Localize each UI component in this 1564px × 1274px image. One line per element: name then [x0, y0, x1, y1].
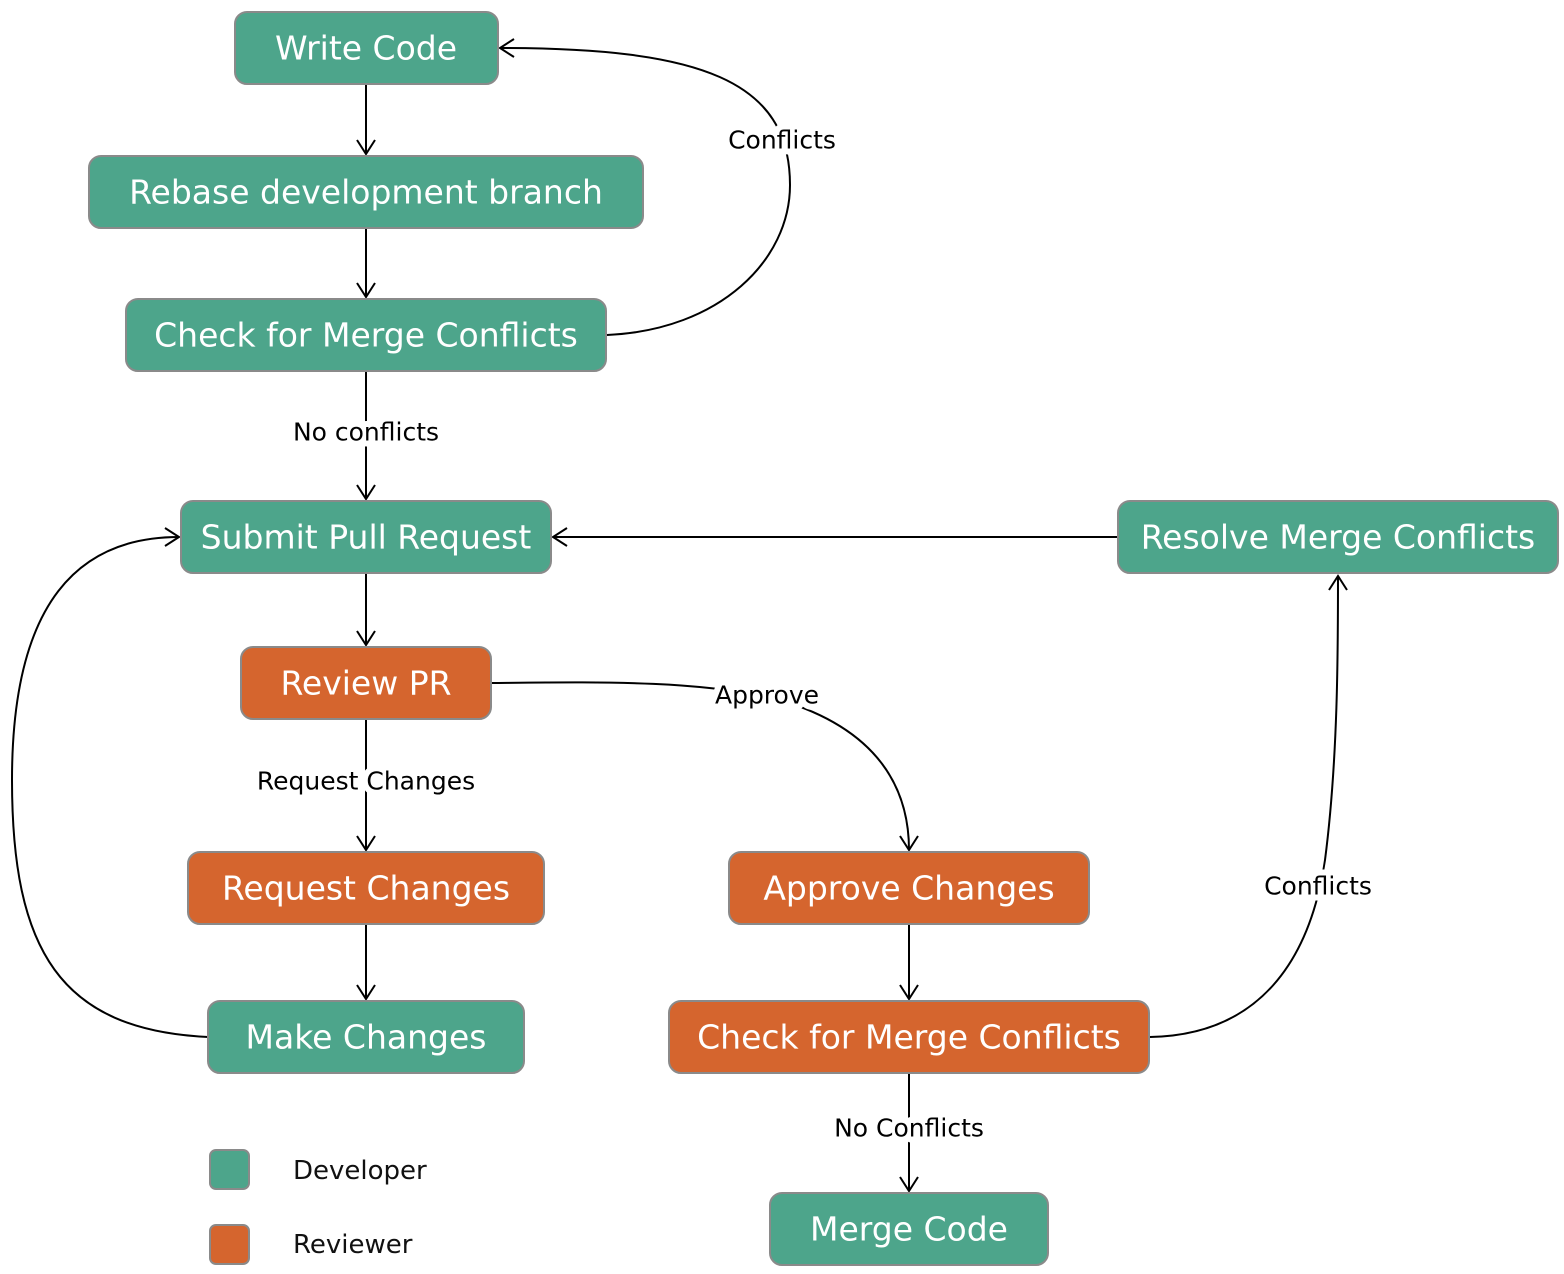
node-review-pr: Review PR [240, 646, 492, 720]
node-label: Request Changes [222, 869, 510, 908]
legend-label: Reviewer [293, 1230, 413, 1260]
workflow-diagram: Conflicts No conflicts Request Changes A… [10, 11, 1559, 1266]
node-label: Check for Merge Conflicts [697, 1018, 1121, 1057]
node-rebase-branch: Rebase development branch [88, 155, 644, 229]
node-label: Check for Merge Conflicts [154, 316, 578, 355]
node-merge-code: Merge Code [769, 1192, 1049, 1266]
node-request-changes: Request Changes [187, 851, 545, 925]
node-check-merge-conflicts-dev: Check for Merge Conflicts [125, 298, 607, 372]
node-label: Approve Changes [763, 869, 1054, 908]
legend-item-reviewer: Reviewer [209, 1224, 413, 1265]
edge-label-no-conflicts-bottom: No Conflicts [834, 1114, 984, 1143]
edge-label-approve: Approve [715, 681, 819, 710]
node-check-merge-conflicts-rev: Check for Merge Conflicts [668, 1000, 1150, 1074]
edge-label-conflicts-right: Conflicts [1264, 872, 1372, 901]
node-label: Submit Pull Request [201, 518, 532, 557]
legend-swatch-reviewer [209, 1224, 250, 1265]
node-approve-changes: Approve Changes [728, 851, 1090, 925]
node-label: Resolve Merge Conflicts [1141, 518, 1536, 557]
node-write-code: Write Code [234, 11, 499, 85]
edge-check-to-resolve-conflicts [1149, 574, 1348, 1038]
node-make-changes: Make Changes [207, 1000, 525, 1074]
node-submit-pull-request: Submit Pull Request [180, 500, 552, 574]
edge-label-no-conflicts-top: No conflicts [293, 418, 439, 447]
legend: Developer Reviewer [209, 1149, 427, 1265]
node-resolve-merge-conflicts: Resolve Merge Conflicts [1117, 500, 1559, 574]
edge-review-to-approve [491, 681, 919, 852]
node-label: Write Code [275, 29, 457, 68]
node-label: Review PR [280, 664, 451, 703]
edge-label-conflicts-top: Conflicts [728, 126, 836, 155]
edge-make-to-submit [10, 527, 209, 1038]
edge-label-request-changes: Request Changes [257, 767, 475, 796]
node-label: Make Changes [246, 1018, 487, 1057]
node-label: Rebase development branch [129, 173, 603, 212]
legend-swatch-developer [209, 1149, 250, 1190]
edge-labels: Conflicts No conflicts Request Changes A… [251, 120, 1378, 1149]
legend-label: Developer [293, 1156, 427, 1186]
legend-item-developer: Developer [209, 1149, 427, 1190]
node-label: Merge Code [810, 1210, 1008, 1249]
